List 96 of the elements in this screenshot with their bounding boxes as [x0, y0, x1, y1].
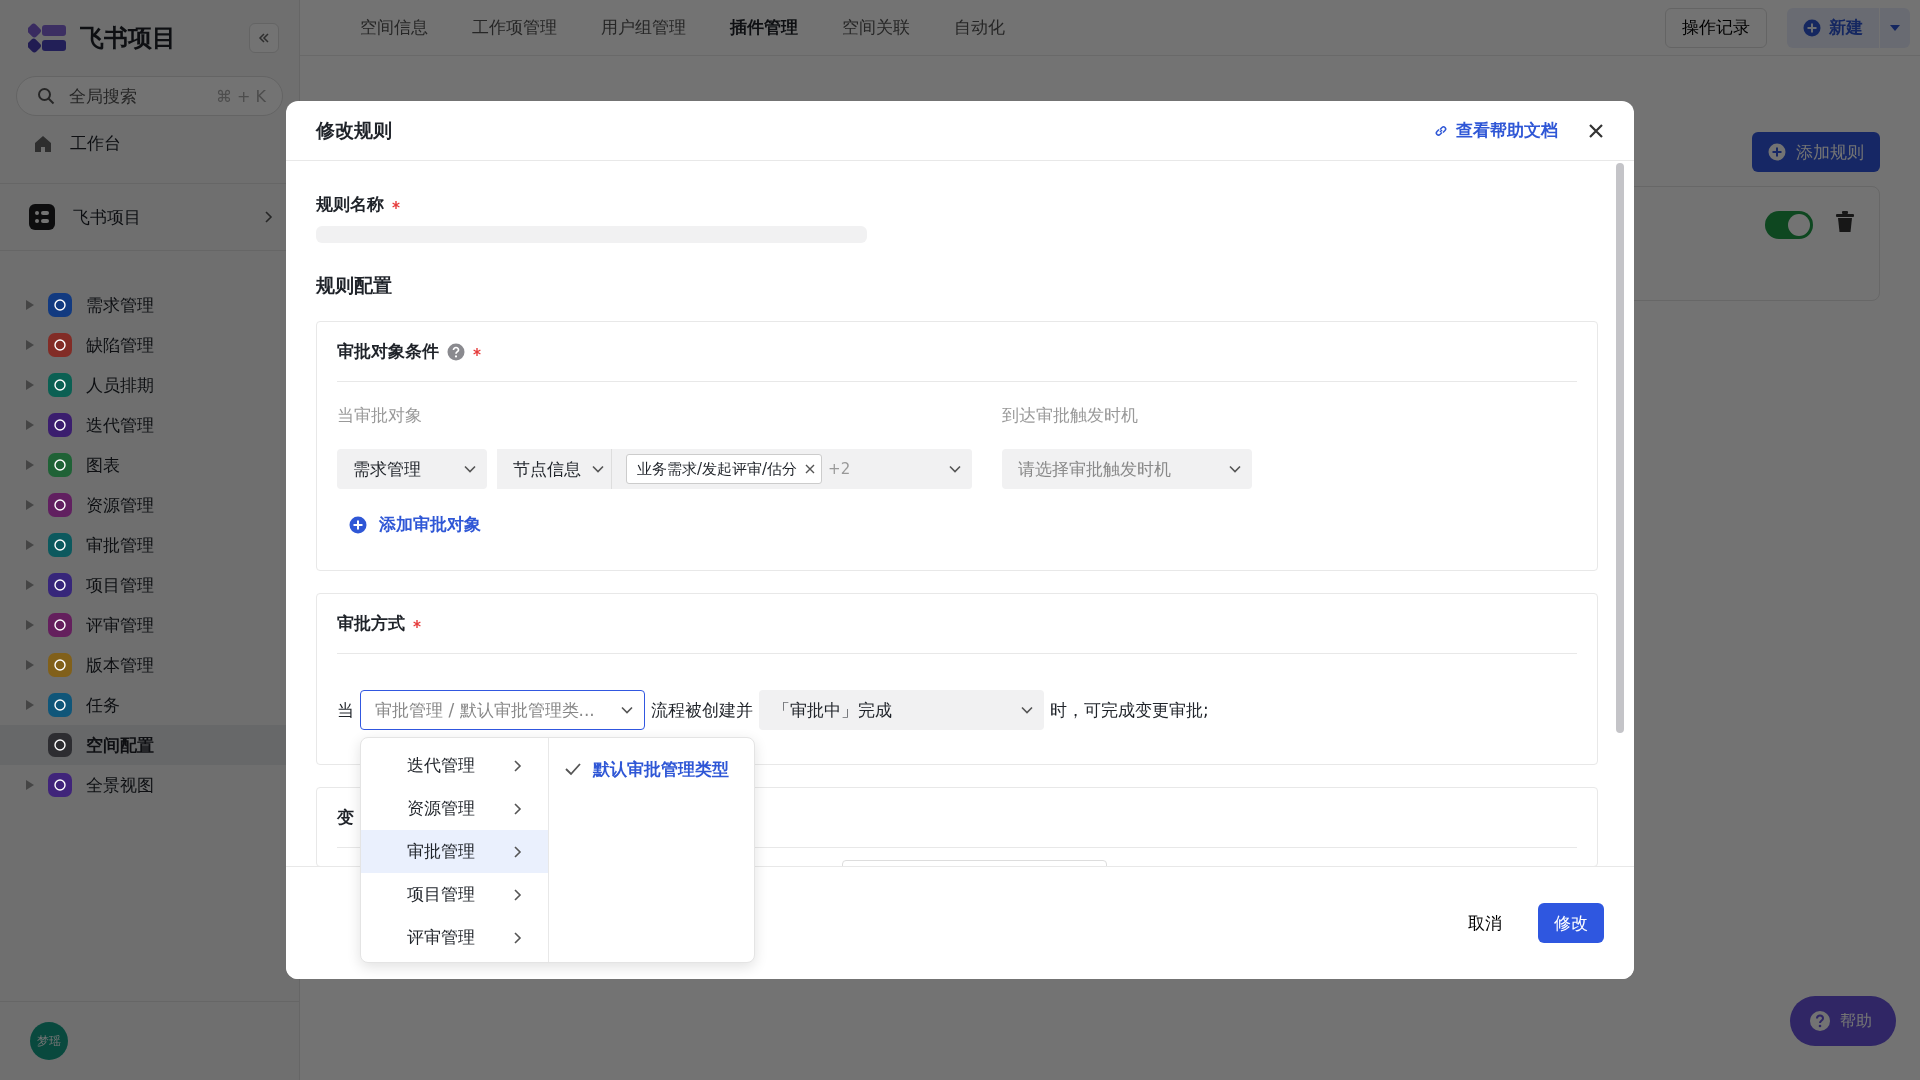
add-target-link[interactable]: 添加审批对象	[349, 513, 1577, 536]
double-chevron-left-icon	[258, 32, 270, 44]
plus-circle-icon	[349, 515, 367, 534]
required-icon	[392, 200, 400, 209]
menu-option[interactable]: 默认审批管理类型	[549, 752, 754, 786]
link-icon	[1434, 123, 1448, 138]
expand-triangle-icon	[26, 660, 34, 670]
expand-triangle-icon	[26, 540, 34, 550]
field-label: 审批方式	[337, 612, 405, 635]
nav-tab[interactable]: 工作项管理	[472, 16, 557, 39]
section-title: 规则配置	[316, 273, 393, 298]
cancel-button[interactable]: 取消	[1462, 910, 1508, 936]
chevron-right-icon	[512, 844, 524, 859]
space-name: 飞书项目	[73, 205, 142, 229]
menu-item[interactable]: 迭代管理	[361, 744, 548, 787]
sidebar-item[interactable]: 审批管理	[0, 525, 299, 565]
search-icon	[37, 87, 55, 105]
expand-triangle-icon	[26, 580, 34, 590]
chevron-right-icon	[512, 930, 524, 945]
collapse-button[interactable]	[249, 23, 279, 53]
nav-tab[interactable]: 插件管理	[730, 16, 798, 39]
sidebar-item[interactable]: 迭代管理	[0, 405, 299, 445]
chevron-right-icon	[512, 758, 524, 773]
expand-triangle-icon	[26, 780, 34, 790]
flow-select[interactable]: 审批管理 / 默认审批管理类...	[360, 690, 645, 730]
toggle-switch[interactable]	[1765, 211, 1813, 239]
menu-item[interactable]: 项目管理	[361, 873, 548, 916]
home-icon	[34, 134, 52, 153]
selected-tag: 业务需求/发起评审/估分	[626, 454, 823, 484]
menu-item[interactable]: 资源管理	[361, 787, 548, 830]
sidebar-item[interactable]: 资源管理	[0, 485, 299, 525]
space-switcher[interactable]: 飞书项目	[0, 198, 299, 236]
expand-triangle-icon	[26, 300, 34, 310]
sidebar-item[interactable]: 人员排期	[0, 365, 299, 405]
help-button[interactable]: 帮助	[1790, 996, 1896, 1046]
sidebar-item[interactable]: 评审管理	[0, 605, 299, 645]
chevron-right-icon	[263, 210, 275, 224]
chevron-right-icon	[512, 887, 524, 902]
trigger-select[interactable]: 请选择审批触发时机	[1002, 449, 1252, 489]
search-placeholder: 全局搜索	[69, 84, 138, 108]
close-icon	[805, 464, 816, 474]
expand-triangle-icon	[26, 380, 34, 390]
plus-circle-icon	[1768, 143, 1786, 161]
required-icon	[473, 347, 481, 356]
plus-circle-icon	[1803, 18, 1821, 37]
home-item[interactable]: 工作台	[0, 116, 299, 169]
expand-triangle-icon	[26, 420, 34, 430]
help-icon	[1810, 1011, 1830, 1031]
sentence-text: 流程被创建并	[651, 698, 753, 722]
sidebar-item[interactable]: 任务	[0, 685, 299, 725]
sidebar-item[interactable]: 项目管理	[0, 565, 299, 605]
help-icon	[447, 342, 465, 361]
caret-down-icon	[1890, 24, 1900, 31]
trash-icon	[1835, 211, 1855, 233]
nav-tab[interactable]: 用户组管理	[601, 16, 686, 39]
menu-item[interactable]: 审批管理	[361, 830, 548, 873]
home-label: 工作台	[70, 132, 121, 155]
dialog-title: 修改规则	[316, 117, 393, 143]
chevron-right-icon	[512, 801, 524, 816]
field-label: 规则名称	[316, 193, 384, 216]
space-icon	[29, 204, 55, 230]
sidebar-item[interactable]: 全景视图	[0, 765, 299, 805]
sidebar-item[interactable]: 版本管理	[0, 645, 299, 685]
close-icon	[1588, 122, 1604, 139]
expand-triangle-icon	[26, 340, 34, 350]
expand-triangle-icon	[26, 620, 34, 630]
nav-tab[interactable]: 空间关联	[842, 16, 910, 39]
history-button[interactable]: 操作记录	[1665, 7, 1767, 48]
remove-tag-button[interactable]	[805, 464, 816, 474]
app-title: 飞书项目	[80, 23, 177, 54]
expand-triangle-icon	[26, 500, 34, 510]
more-count: +2	[828, 460, 851, 478]
sentence-text: 时，可完成变更审批;	[1050, 698, 1209, 722]
field-select[interactable]: 节点信息	[497, 449, 612, 489]
sidebar-item[interactable]: 图表	[0, 445, 299, 485]
logo-icon	[28, 23, 68, 53]
sidebar-item[interactable]: 缺陷管理	[0, 325, 299, 365]
expand-triangle-icon	[26, 700, 34, 710]
type-select[interactable]: 需求管理	[337, 449, 487, 489]
field-label: 到达审批触发时机	[1002, 404, 1138, 427]
field-label: 当审批对象	[337, 404, 423, 427]
expand-triangle-icon	[26, 460, 34, 470]
section-title: 变	[337, 806, 354, 829]
required-icon	[413, 619, 421, 628]
state-select[interactable]: 「审批中」完成	[759, 690, 1044, 730]
menu-item[interactable]: 评审管理	[361, 916, 548, 959]
submit-button[interactable]: 修改	[1538, 903, 1604, 943]
sidebar-item[interactable]: 需求管理	[0, 285, 299, 325]
user-avatar[interactable]: 梦瑶	[30, 1022, 68, 1060]
field-label: 审批对象条件	[337, 340, 439, 363]
help-doc-link[interactable]: 查看帮助文档	[1434, 119, 1558, 142]
add-rule-button[interactable]: 添加规则	[1752, 132, 1880, 172]
check-icon	[565, 762, 581, 776]
nav-tab[interactable]: 自动化	[954, 16, 1005, 39]
nav-tab[interactable]: 空间信息	[360, 16, 428, 39]
sentence-text: 当	[337, 698, 354, 722]
